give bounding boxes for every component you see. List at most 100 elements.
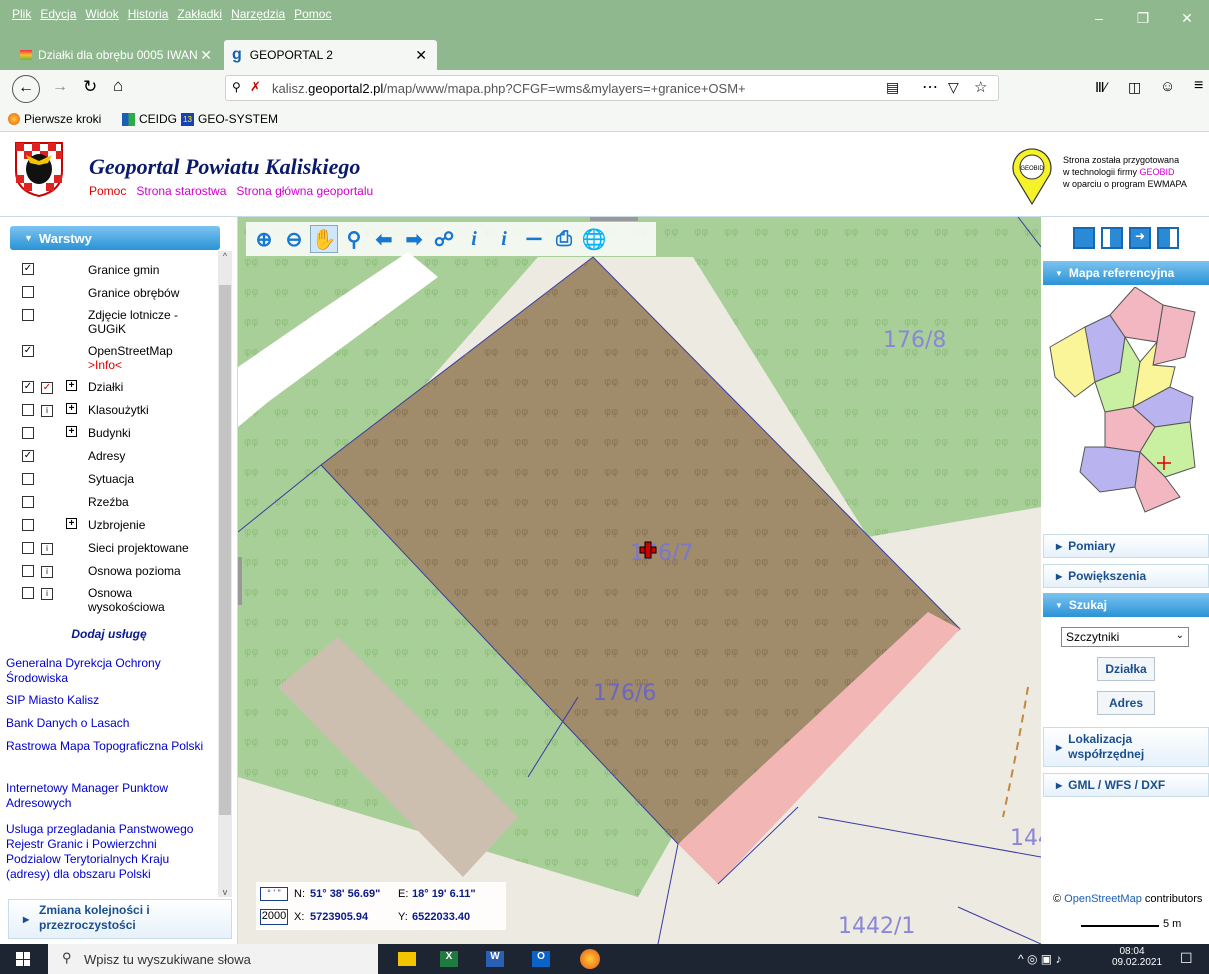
service-link[interactable]: Generalna Dyrekcja Ochrony Środowiska: [6, 656, 212, 686]
layer-checkbox[interactable]: [22, 565, 34, 577]
outlook-icon[interactable]: O: [532, 951, 550, 967]
degrees-format-button[interactable]: ° ' ": [260, 887, 288, 901]
osm-link[interactable]: OpenStreetMap: [1064, 893, 1142, 905]
menu-history[interactable]: Historia: [128, 7, 169, 21]
reader-view-icon[interactable]: ▤: [886, 79, 899, 96]
print-icon[interactable]: ⎙: [550, 225, 578, 253]
scroll-up-icon[interactable]: ^: [218, 251, 232, 261]
menu-tools[interactable]: Narzędzia: [231, 7, 285, 21]
layer-checkbox[interactable]: [22, 427, 34, 439]
clock[interactable]: 08:04 09.02.2021: [1112, 946, 1162, 968]
menu-bookmarks[interactable]: Zakładki: [177, 7, 222, 21]
hamburger-menu-icon[interactable]: ≡: [1194, 77, 1203, 95]
service-link[interactable]: Rastrowa Mapa Topograficzna Polski: [6, 739, 212, 754]
bookmark-first-steps[interactable]: Pierwsze kroki: [8, 112, 101, 126]
globe-icon[interactable]: 🌐: [580, 225, 608, 253]
word-icon[interactable]: W: [486, 951, 504, 967]
library-icon[interactable]: Ⅲ∕: [1095, 79, 1107, 96]
menu-file[interactable]: Plik: [12, 7, 31, 21]
order-transparency-section[interactable]: ▶ Zmiana kolejności i przezroczystości: [8, 899, 232, 939]
info-icon[interactable]: i: [41, 405, 53, 417]
reload-icon[interactable]: ↻: [83, 77, 97, 97]
add-service-link[interactable]: Dodaj usługę: [0, 627, 218, 641]
layer-checkbox[interactable]: [22, 587, 34, 599]
parcel-search-button[interactable]: Działka: [1097, 657, 1155, 681]
layer-checkbox[interactable]: [22, 309, 34, 321]
notifications-icon[interactable]: ☐: [1180, 950, 1193, 967]
layout-export-icon[interactable]: ➜: [1129, 227, 1151, 249]
map-layer[interactable]: φφ φφ 17: [238, 217, 1041, 944]
previous-view-icon[interactable]: ⬅: [370, 225, 398, 253]
search-select[interactable]: Szczytniki ⌄: [1061, 627, 1189, 647]
zoom-in-icon[interactable]: ⊕: [250, 225, 278, 253]
link-main-geoportal[interactable]: Strona główna geoportalu: [236, 184, 373, 198]
sidebar-icon[interactable]: ◫: [1128, 79, 1141, 96]
layout-left-icon[interactable]: [1101, 227, 1123, 249]
forward-icon[interactable]: →: [52, 78, 68, 96]
layer-checkbox[interactable]: [22, 404, 34, 416]
measure-icon[interactable]: ━━: [520, 225, 548, 253]
service-link[interactable]: Bank Danych o Lasach: [6, 716, 212, 731]
address-search-button[interactable]: Adres: [1097, 691, 1155, 715]
excel-icon[interactable]: X: [440, 951, 458, 967]
layers-panel-header[interactable]: ▼ Warstwy: [10, 226, 220, 250]
zoom-window-icon[interactable]: ⚲: [340, 225, 368, 253]
info-icon[interactable]: i: [41, 566, 53, 578]
back-icon[interactable]: ←: [12, 75, 40, 103]
map-canvas[interactable]: φφ φφ 17: [238, 217, 1041, 944]
menu-edit[interactable]: Edycja: [40, 7, 76, 21]
link-help[interactable]: Pomoc: [89, 184, 126, 198]
taskbar-search[interactable]: ⚲ Wpisz tu wyszukiwane słowa: [48, 944, 378, 974]
info-icon[interactable]: i: [41, 588, 53, 600]
zoom-header[interactable]: ▶ Powiększenia: [1043, 564, 1209, 588]
bookmark-star-icon[interactable]: ☆: [974, 78, 987, 96]
restore-button[interactable]: ❐: [1121, 0, 1165, 36]
layer-checkbox[interactable]: [22, 286, 34, 298]
bookmark-ceidg[interactable]: CEIDG: [122, 112, 177, 126]
layers-scrollbar[interactable]: ^ v: [218, 251, 232, 897]
minimize-button[interactable]: –: [1077, 0, 1121, 36]
gml-header[interactable]: ▶ GML / WFS / DXF: [1043, 773, 1209, 797]
geobid-link[interactable]: GEOBID: [1140, 167, 1175, 177]
layer-checkbox[interactable]: [22, 519, 34, 531]
map-left-handle[interactable]: [238, 557, 242, 605]
close-window-button[interactable]: ✕: [1165, 0, 1209, 36]
expand-icon[interactable]: +: [66, 426, 77, 437]
visible-check-icon[interactable]: ✓: [41, 382, 53, 394]
pocket-icon[interactable]: ▽: [948, 79, 959, 96]
expand-icon[interactable]: +: [66, 518, 77, 529]
layout-right-icon[interactable]: [1157, 227, 1179, 249]
measurements-header[interactable]: ▶ Pomiary: [1043, 534, 1209, 558]
layer-checkbox[interactable]: ✓: [22, 381, 34, 393]
layer-checkbox[interactable]: [22, 496, 34, 508]
scroll-thumb[interactable]: [219, 285, 231, 815]
page-actions-icon[interactable]: ⋯: [922, 77, 938, 97]
coordinate-localization-header[interactable]: ▶ Lokalizacja współrzędnej: [1043, 727, 1209, 767]
home-icon[interactable]: ⌂: [113, 76, 123, 96]
service-link[interactable]: Internetowy Manager Punktow Adresowych: [6, 781, 212, 811]
bookmark-geo-system[interactable]: 13 GEO-SYSTEM: [181, 112, 278, 126]
menu-help[interactable]: Pomoc: [294, 7, 331, 21]
zoom-out-icon[interactable]: ⊖: [280, 225, 308, 253]
layer-checkbox[interactable]: [22, 473, 34, 485]
expand-icon[interactable]: +: [66, 403, 77, 414]
layout-full-icon[interactable]: [1073, 227, 1095, 249]
osm-info-link[interactable]: >Info<: [88, 358, 208, 372]
coordinate-system-button[interactable]: 2000: [260, 909, 288, 925]
service-link[interactable]: SIP Miasto Kalisz: [6, 693, 212, 708]
tab-geoportal[interactable]: g GEOPORTAL 2 ✕: [224, 40, 437, 70]
reference-map-header[interactable]: ▼ Mapa referencyjna: [1043, 261, 1209, 285]
menu-view[interactable]: Widok: [85, 7, 118, 21]
pan-hand-icon[interactable]: ✋: [310, 225, 338, 253]
close-tab-icon[interactable]: ✕: [200, 47, 212, 64]
info-icon[interactable]: i: [41, 543, 53, 555]
map-drag-handle[interactable]: [590, 217, 638, 221]
info-tool-icon[interactable]: i: [460, 225, 488, 253]
layer-checkbox[interactable]: ✓: [22, 263, 34, 275]
link-icon[interactable]: ☍: [430, 225, 458, 253]
info-query-icon[interactable]: i: [490, 225, 518, 253]
firefox-taskbar-icon[interactable]: [580, 949, 600, 969]
layer-checkbox[interactable]: ✓: [22, 345, 34, 357]
service-link[interactable]: Usluga przegladania Panstwowego Rejestr …: [6, 822, 212, 882]
scroll-down-icon[interactable]: v: [218, 887, 232, 897]
